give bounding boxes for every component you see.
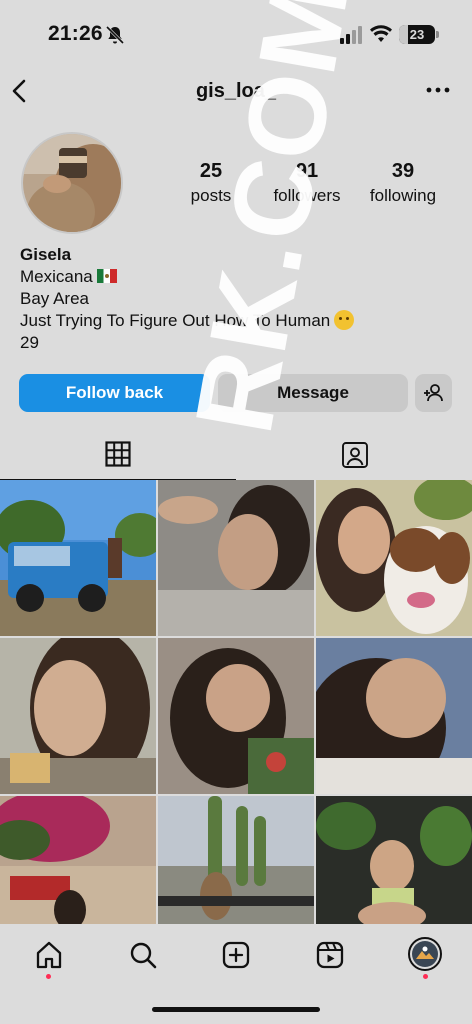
post-thumbnail[interactable] bbox=[158, 480, 314, 636]
signal-icon bbox=[340, 26, 362, 44]
mexico-flag-icon bbox=[96, 269, 117, 283]
battery-indicator: 23 bbox=[399, 25, 439, 44]
followers-label: followers bbox=[273, 186, 341, 205]
bio-line-tagline: Just Trying To Figure Out How To Human bbox=[20, 311, 331, 330]
bio-line-age: 29 bbox=[20, 333, 39, 352]
message-button[interactable]: Message bbox=[218, 374, 408, 412]
stat-posts[interactable]: 25 posts bbox=[166, 160, 256, 206]
post-thumbnail[interactable] bbox=[0, 638, 156, 794]
search-icon[interactable] bbox=[128, 940, 158, 970]
following-label: following bbox=[369, 186, 437, 205]
grid-icon bbox=[105, 441, 131, 467]
profile-username: gis_loa_ bbox=[195, 80, 277, 102]
posts-label: posts bbox=[190, 186, 232, 205]
profile-header: gis_loa_ bbox=[0, 68, 472, 114]
following-count: 39 bbox=[391, 160, 415, 182]
wifi-icon bbox=[370, 25, 392, 42]
status-bar: 21:26 23 bbox=[0, 0, 472, 68]
post-thumbnail[interactable] bbox=[0, 480, 156, 636]
stat-following[interactable]: 39 following bbox=[358, 160, 448, 206]
follow-back-button[interactable]: Follow back bbox=[19, 374, 210, 412]
profile-name: Gisela bbox=[20, 245, 72, 264]
profile-bio: Gisela Mexicana Bay Area Just Trying To … bbox=[20, 244, 460, 354]
add-person-icon bbox=[424, 384, 443, 402]
bio-line-nationality: Mexicana bbox=[20, 267, 93, 286]
posts-grid bbox=[0, 480, 472, 930]
posts-count: 25 bbox=[199, 160, 223, 182]
create-post-icon[interactable] bbox=[221, 940, 251, 970]
profile-tabs bbox=[0, 430, 472, 480]
home-notification-dot bbox=[46, 974, 51, 979]
tagged-icon bbox=[342, 442, 368, 468]
profile-avatar[interactable] bbox=[21, 132, 123, 234]
thinking-face-icon bbox=[334, 310, 355, 330]
post-thumbnail[interactable] bbox=[316, 480, 472, 636]
profile-avatar-icon[interactable] bbox=[408, 937, 442, 971]
stat-followers[interactable]: 91 followers bbox=[262, 160, 352, 206]
reels-icon[interactable] bbox=[315, 940, 345, 970]
profile-notification-dot bbox=[423, 974, 428, 979]
tab-tagged[interactable] bbox=[236, 430, 472, 480]
status-time: 21:26 bbox=[48, 22, 103, 45]
bio-line-location: Bay Area bbox=[20, 289, 89, 308]
tab-posts-grid[interactable] bbox=[0, 430, 236, 480]
suggested-users-button[interactable] bbox=[415, 374, 452, 412]
home-icon[interactable] bbox=[34, 940, 64, 970]
battery-level: 23 bbox=[409, 27, 425, 42]
more-options-icon[interactable] bbox=[425, 80, 451, 100]
post-thumbnail[interactable] bbox=[316, 638, 472, 794]
bell-muted-icon bbox=[105, 25, 125, 45]
followers-count: 91 bbox=[295, 160, 319, 182]
home-indicator[interactable] bbox=[152, 1007, 320, 1012]
post-thumbnail[interactable] bbox=[158, 638, 314, 794]
